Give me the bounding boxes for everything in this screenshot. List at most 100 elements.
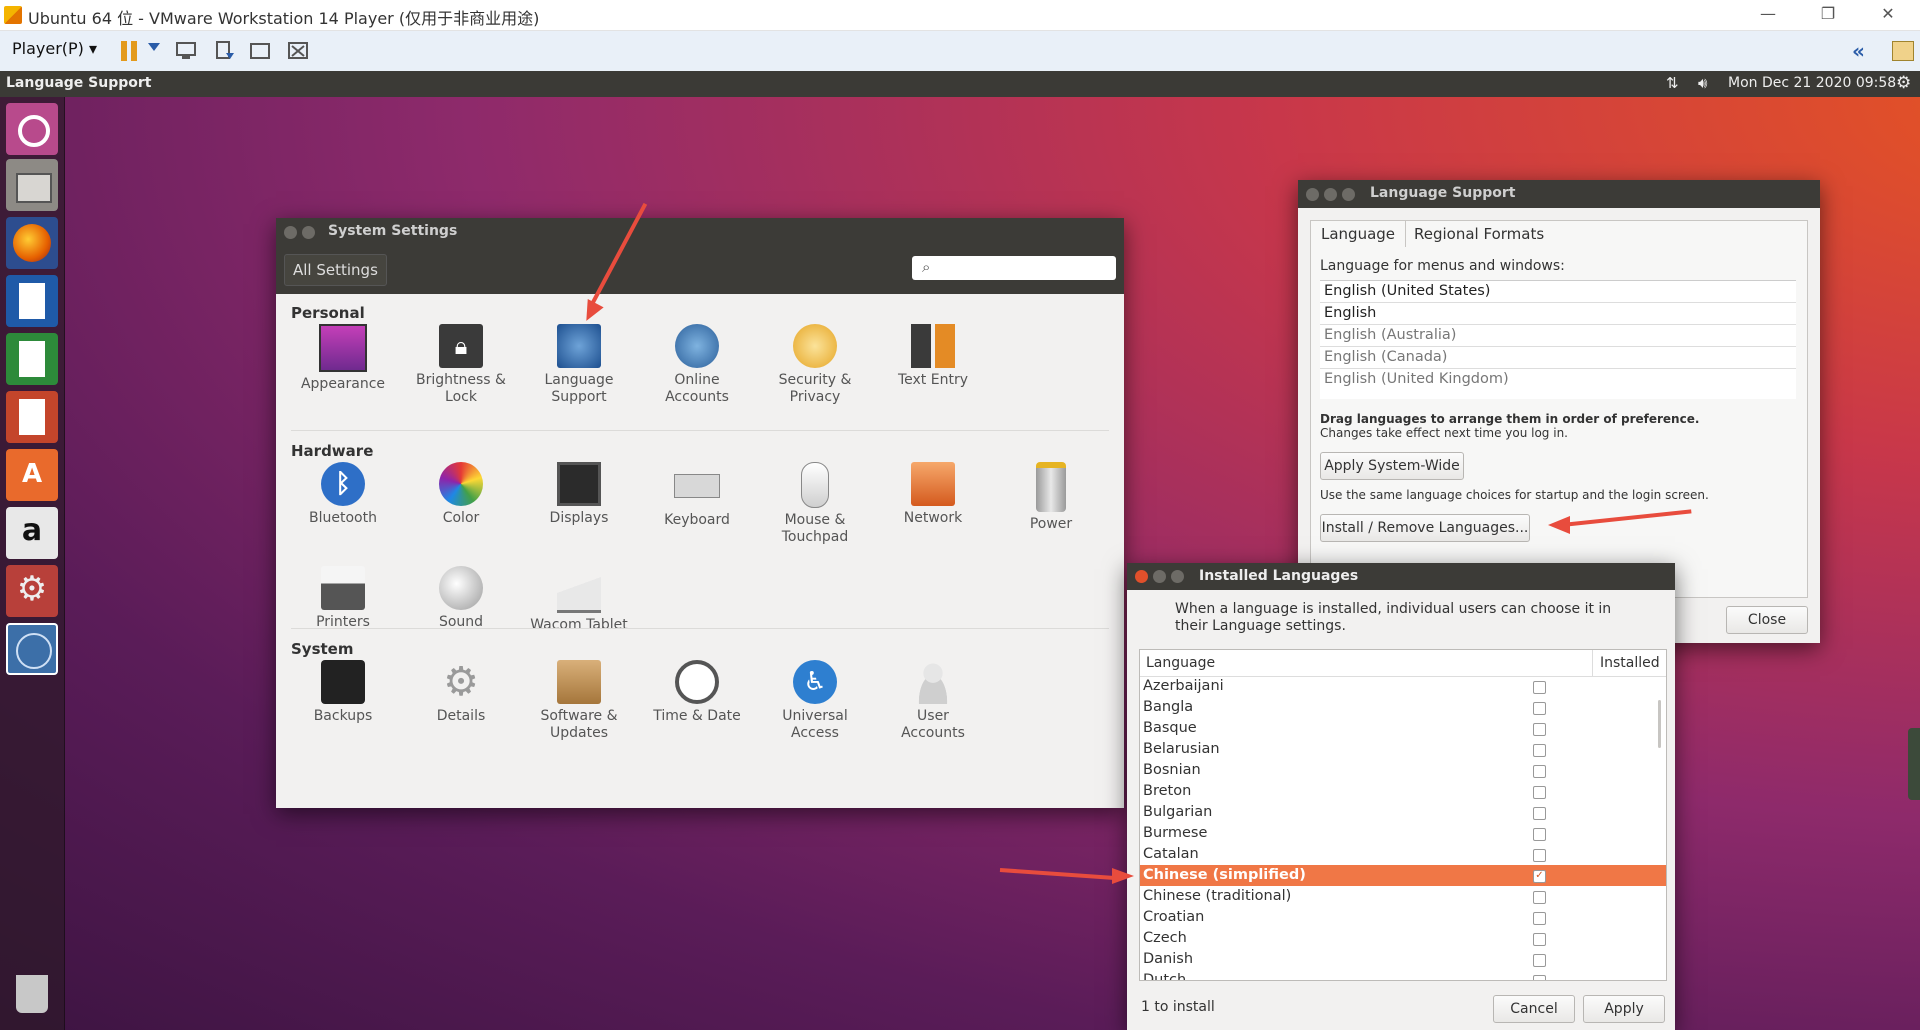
apply-button[interactable]: Apply bbox=[1583, 995, 1665, 1023]
close-window-icon[interactable] bbox=[284, 226, 297, 239]
search-input[interactable]: ⌕ bbox=[912, 256, 1116, 280]
column-installed[interactable]: Installed bbox=[1600, 655, 1660, 671]
settings-item-color[interactable]: Color bbox=[402, 462, 520, 527]
tab-regional-formats[interactable]: Regional Formats bbox=[1404, 222, 1554, 246]
fullscreen-icon[interactable] bbox=[248, 39, 272, 63]
clock[interactable]: Mon Dec 21 2020 09:58 bbox=[1728, 75, 1896, 91]
settings-item-wacom-tablet[interactable]: Wacom Tablet bbox=[520, 566, 638, 634]
table-row[interactable]: Croatian bbox=[1140, 907, 1666, 928]
table-row[interactable]: Czech bbox=[1140, 928, 1666, 949]
install-remove-languages-button[interactable]: Install / Remove Languages... bbox=[1320, 514, 1530, 542]
settings-item-bluetooth[interactable]: ᛒ Bluetooth bbox=[284, 462, 402, 527]
language-list-item[interactable]: English (United States) bbox=[1320, 281, 1796, 303]
system-settings-icon[interactable]: ⚙ bbox=[6, 565, 58, 617]
settings-item-appearance[interactable]: Appearance bbox=[284, 324, 402, 393]
all-settings-button[interactable]: All Settings bbox=[284, 254, 387, 286]
language-support-titlebar[interactable]: Language Support bbox=[1298, 180, 1820, 208]
installed-checkbox[interactable] bbox=[1533, 702, 1546, 715]
session-gear-icon[interactable]: ⚙ bbox=[1896, 73, 1911, 93]
restore-icon[interactable]: ❐ bbox=[1800, 0, 1856, 30]
settings-item-mouse-touchpad[interactable]: Mouse & Touchpad bbox=[756, 462, 874, 546]
table-row[interactable]: Burmese bbox=[1140, 823, 1666, 844]
installed-checkbox[interactable] bbox=[1533, 912, 1546, 925]
settings-item-keyboard[interactable]: Keyboard bbox=[638, 462, 756, 529]
collapse-icon[interactable]: « bbox=[1852, 39, 1865, 63]
table-row[interactable]: Chinese (traditional) bbox=[1140, 886, 1666, 907]
writer-icon[interactable] bbox=[6, 275, 58, 327]
send-ctrl-alt-del-icon[interactable] bbox=[174, 39, 198, 63]
installed-checkbox[interactable] bbox=[1533, 891, 1546, 904]
installed-checkbox[interactable] bbox=[1533, 933, 1546, 946]
installed-languages-titlebar[interactable]: Installed Languages bbox=[1127, 563, 1675, 590]
table-row[interactable]: Basque bbox=[1140, 718, 1666, 739]
firefox-icon[interactable] bbox=[6, 217, 58, 269]
settings-item-brightness-lock[interactable]: 🔒︎ Brightness & Lock bbox=[402, 324, 520, 406]
installed-checkbox[interactable] bbox=[1533, 975, 1546, 980]
settings-item-language-support[interactable]: Language Support bbox=[520, 324, 638, 406]
minimize-window-icon[interactable] bbox=[302, 226, 315, 239]
cancel-button[interactable]: Cancel bbox=[1493, 995, 1575, 1023]
library-icon[interactable] bbox=[1892, 41, 1914, 61]
settings-item-power[interactable]: Power bbox=[992, 462, 1110, 533]
installed-checkbox[interactable]: ✓ bbox=[1533, 870, 1546, 883]
settings-item-security-privacy[interactable]: Security & Privacy bbox=[756, 324, 874, 406]
minimize-window-icon[interactable] bbox=[1324, 188, 1337, 201]
close-window-icon[interactable] bbox=[1306, 188, 1319, 201]
settings-item-time-date[interactable]: Time & Date bbox=[638, 660, 756, 725]
scrollbar-thumb[interactable] bbox=[1658, 700, 1661, 748]
table-row[interactable]: Dutch bbox=[1140, 970, 1666, 980]
language-list-item[interactable]: English bbox=[1320, 303, 1796, 325]
settings-item-sound[interactable]: Sound bbox=[402, 566, 520, 631]
edge-handle[interactable] bbox=[1908, 728, 1920, 800]
installed-checkbox[interactable] bbox=[1533, 744, 1546, 757]
settings-item-user-accounts[interactable]: User Accounts bbox=[874, 660, 992, 742]
unity-icon[interactable] bbox=[286, 39, 310, 63]
table-row[interactable]: Azerbaijani bbox=[1140, 676, 1666, 697]
installed-checkbox[interactable] bbox=[1533, 828, 1546, 841]
close-window-icon[interactable] bbox=[1135, 570, 1148, 583]
impress-icon[interactable] bbox=[6, 391, 58, 443]
maximize-window-icon[interactable] bbox=[1342, 188, 1355, 201]
settings-item-backups[interactable]: Backups bbox=[284, 660, 402, 725]
table-row[interactable]: Breton bbox=[1140, 781, 1666, 802]
installed-checkbox[interactable] bbox=[1533, 786, 1546, 799]
trash-icon[interactable] bbox=[6, 967, 58, 1019]
pause-icon[interactable] bbox=[118, 39, 142, 63]
system-settings-titlebar[interactable]: System Settings bbox=[276, 218, 1124, 246]
minimize-window-icon[interactable] bbox=[1153, 570, 1166, 583]
close-button[interactable]: Close bbox=[1726, 606, 1808, 634]
installed-checkbox[interactable] bbox=[1533, 954, 1546, 967]
settings-item-universal-access[interactable]: ♿︎ Universal Access bbox=[756, 660, 874, 742]
installed-checkbox[interactable] bbox=[1533, 681, 1546, 694]
settings-item-displays[interactable]: Displays bbox=[520, 462, 638, 527]
settings-item-network[interactable]: Network bbox=[874, 462, 992, 527]
files-icon[interactable] bbox=[6, 159, 58, 211]
tab-language[interactable]: Language bbox=[1310, 220, 1407, 247]
software-center-icon[interactable]: A bbox=[6, 449, 58, 501]
maximize-window-icon[interactable] bbox=[1171, 570, 1184, 583]
table-row[interactable]: Danish bbox=[1140, 949, 1666, 970]
calc-icon[interactable] bbox=[6, 333, 58, 385]
table-row[interactable]: Bulgarian bbox=[1140, 802, 1666, 823]
network-status-icon[interactable]: ⇅ bbox=[1666, 74, 1679, 92]
ubuntu-dash-icon[interactable] bbox=[6, 103, 58, 155]
settings-item-software-updates[interactable]: Software & Updates bbox=[520, 660, 638, 742]
close-icon[interactable]: ✕ bbox=[1860, 0, 1916, 30]
language-order-list[interactable]: English (United States) English English … bbox=[1320, 280, 1796, 399]
table-row[interactable]: Catalan bbox=[1140, 844, 1666, 865]
table-row[interactable]: Bangla bbox=[1140, 697, 1666, 718]
installed-checkbox[interactable] bbox=[1533, 723, 1546, 736]
languages-table[interactable]: Language Installed Azerbaijani Bangla Basq… bbox=[1139, 649, 1667, 981]
minimize-icon[interactable]: — bbox=[1740, 0, 1796, 30]
settings-item-printers[interactable]: Printers bbox=[284, 566, 402, 631]
column-language[interactable]: Language bbox=[1146, 655, 1215, 671]
removable-devices-icon[interactable] bbox=[212, 39, 236, 63]
language-support-icon[interactable] bbox=[6, 623, 58, 675]
installed-checkbox[interactable] bbox=[1533, 849, 1546, 862]
amazon-icon[interactable]: a bbox=[6, 507, 58, 559]
table-row[interactable]: Belarusian bbox=[1140, 739, 1666, 760]
table-row[interactable]: Chinese (simplified) ✓ bbox=[1140, 865, 1666, 886]
language-list-item[interactable]: English (United Kingdom) bbox=[1320, 369, 1796, 390]
dropdown-icon[interactable] bbox=[148, 43, 160, 51]
settings-item-details[interactable]: ⚙ Details bbox=[402, 660, 520, 725]
